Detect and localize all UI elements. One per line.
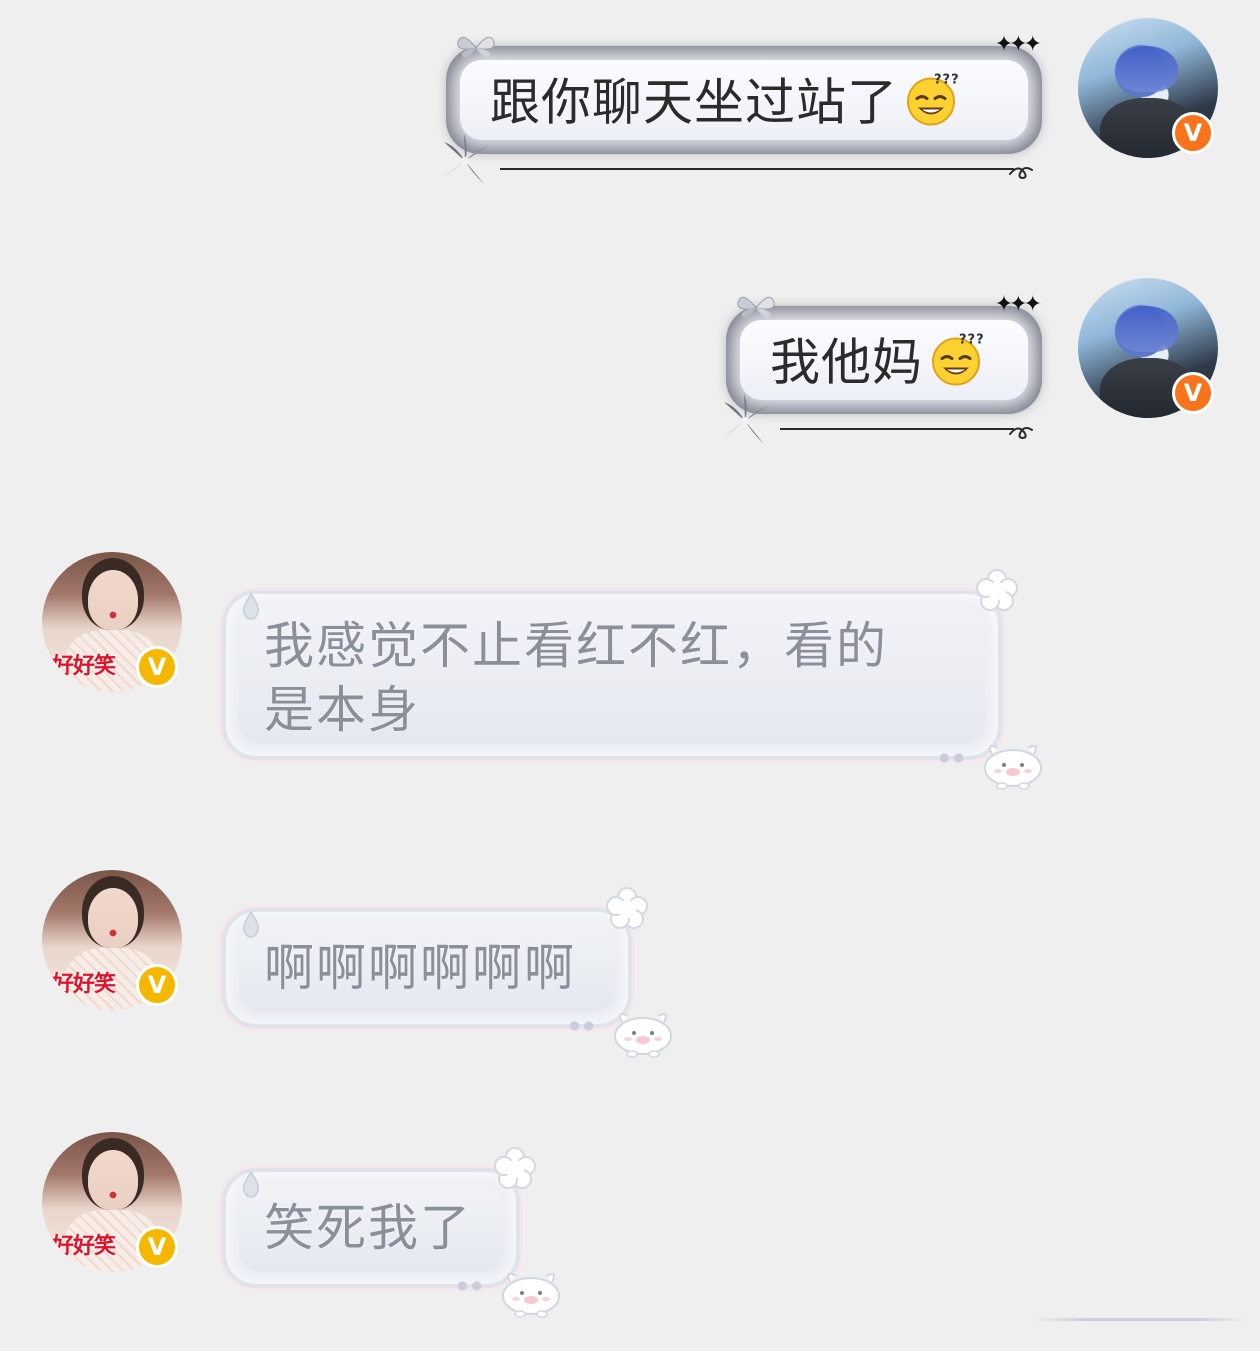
water-drop-icon [242, 1171, 260, 1198]
lily-icon [442, 134, 488, 184]
message-text: 跟你聊天坐过站了 [490, 73, 898, 132]
message-bubble[interactable]: 笑死我了 ● ● [222, 1147, 560, 1318]
verified-badge-icon: V [136, 964, 178, 1006]
thinking-grin-emoji-icon [906, 71, 958, 126]
flower-icon [606, 887, 648, 929]
avatar-caption: 好好笑 [52, 972, 116, 997]
water-drop-icon [242, 593, 260, 620]
message-text-wrap: 我他妈 [770, 323, 983, 395]
verified-badge-icon: V [136, 646, 178, 688]
verified-badge-icon: V [136, 1226, 178, 1268]
message-text-line-1: 我感觉不止看红不红，看的 [264, 617, 888, 675]
sparkle-icon: ✦✦✦ [994, 32, 1042, 57]
curl-icon [1009, 427, 1033, 439]
verified-badge-icon: V [1172, 112, 1214, 154]
message-text-wrap: 我感觉不止看红不红，看的 是本身 [264, 614, 960, 742]
thinking-grin-emoji-icon [931, 331, 983, 386]
dots-decoration: ● ● [457, 1278, 482, 1292]
bubble-underline [500, 168, 1014, 170]
message-text-line-2: 是本身 [264, 681, 420, 739]
butterfly-icon [457, 36, 495, 59]
pig-icon [984, 745, 1042, 790]
flower-icon [976, 569, 1018, 611]
avatar-caption: 好好笑 [52, 1234, 116, 1259]
lily-icon [722, 394, 768, 444]
water-drop-icon [242, 911, 260, 938]
sparkle-icon: ✦✦✦ [994, 292, 1042, 317]
message-bubble[interactable]: 啊啊啊啊啊啊 ● ● [222, 887, 672, 1058]
message-text: 我他妈 [770, 333, 923, 392]
message-bubble[interactable]: 我感觉不止看红不红，看的 是本身 ● ● [222, 569, 1042, 790]
verified-badge-icon: V [1172, 372, 1214, 414]
message-text: 笑死我了 [264, 1199, 472, 1257]
dots-decoration: ● ● [569, 1018, 594, 1032]
pig-icon [614, 1013, 672, 1058]
butterfly-icon [737, 296, 775, 319]
message-text-wrap: 跟你聊天坐过站了 [490, 63, 958, 135]
message-bubble[interactable]: ✦✦✦ 跟你聊天坐过站了 [442, 32, 1042, 184]
dots-decoration: ● ● [939, 750, 964, 764]
curl-icon [1009, 167, 1033, 179]
pig-icon [502, 1273, 560, 1318]
avatar-caption: 好好笑 [52, 654, 116, 679]
flower-icon [494, 1147, 536, 1189]
message-bubble[interactable]: ✦✦✦ 我他妈 [722, 292, 1042, 444]
scroll-indicator [1030, 1318, 1245, 1321]
message-text: 啊啊啊啊啊啊 [264, 939, 576, 997]
bubble-underline [780, 428, 1014, 430]
